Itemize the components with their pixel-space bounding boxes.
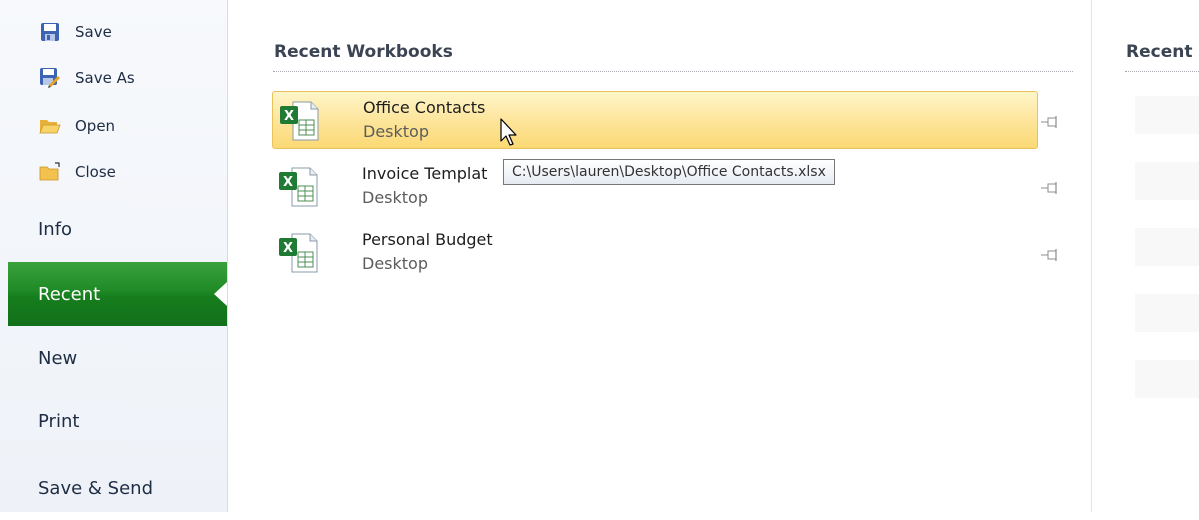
save-command[interactable]: Save [38,18,112,46]
close-folder-icon [38,161,62,183]
save-as-command[interactable]: Save As [38,64,135,92]
mouse-cursor-icon [500,118,518,148]
excel-workbook-icon: X [279,100,319,142]
tab-new[interactable]: New [8,326,227,390]
excel-workbook-icon: X [278,232,318,274]
open-folder-icon [38,115,62,137]
tab-info-label: Info [38,218,73,240]
tab-print-label: Print [38,410,80,432]
open-command[interactable]: Open [38,112,115,140]
recent-item-office-contacts[interactable]: X Office Contacts Desktop [272,91,1038,149]
title-divider [273,71,1073,72]
file-name: Invoice Templat [362,164,488,183]
svg-text:X: X [283,175,293,190]
file-name: Personal Budget [362,230,493,249]
tab-info[interactable]: Info [8,197,227,261]
recent-item-personal-budget[interactable]: X Personal Budget Desktop [272,224,1038,282]
recent-places-divider [1125,71,1199,72]
file-location: Desktop [363,122,429,141]
save-as-label: Save As [75,69,135,87]
svg-text:X: X [284,109,294,124]
recent-workbooks-title: Recent Workbooks [274,42,453,62]
panel-divider [1091,0,1092,512]
recent-places-title: Recent [1126,42,1193,62]
tab-save-send[interactable]: Save & Send [8,456,227,520]
close-label: Close [75,163,116,181]
active-tab-notch [214,282,227,306]
tab-new-label: New [38,347,78,369]
pin-icon[interactable] [1040,180,1060,194]
recent-place-item[interactable] [1135,360,1199,398]
pin-icon[interactable] [1040,247,1060,261]
save-icon [38,21,62,43]
recent-place-item[interactable] [1135,96,1199,134]
tab-recent-label: Recent [38,283,101,305]
file-path-tooltip: C:\Users\lauren\Desktop\Office Contacts.… [503,159,835,185]
save-as-icon [38,67,62,89]
backstage-nav: Save Save As Open Close Info Recent New … [0,0,228,512]
save-label: Save [75,23,112,41]
file-name: Office Contacts [363,98,486,117]
recent-place-item[interactable] [1135,228,1199,266]
pin-icon[interactable] [1040,114,1060,128]
file-location: Desktop [362,254,428,273]
file-location: Desktop [362,188,428,207]
recent-place-item[interactable] [1135,162,1199,200]
close-command[interactable]: Close [38,158,116,186]
svg-text:X: X [283,241,293,256]
open-label: Open [75,117,116,135]
tab-recent[interactable]: Recent [8,262,227,326]
recent-place-item[interactable] [1135,294,1199,332]
excel-workbook-icon: X [278,166,318,208]
tab-print[interactable]: Print [8,389,227,453]
tab-save-send-label: Save & Send [38,477,153,499]
